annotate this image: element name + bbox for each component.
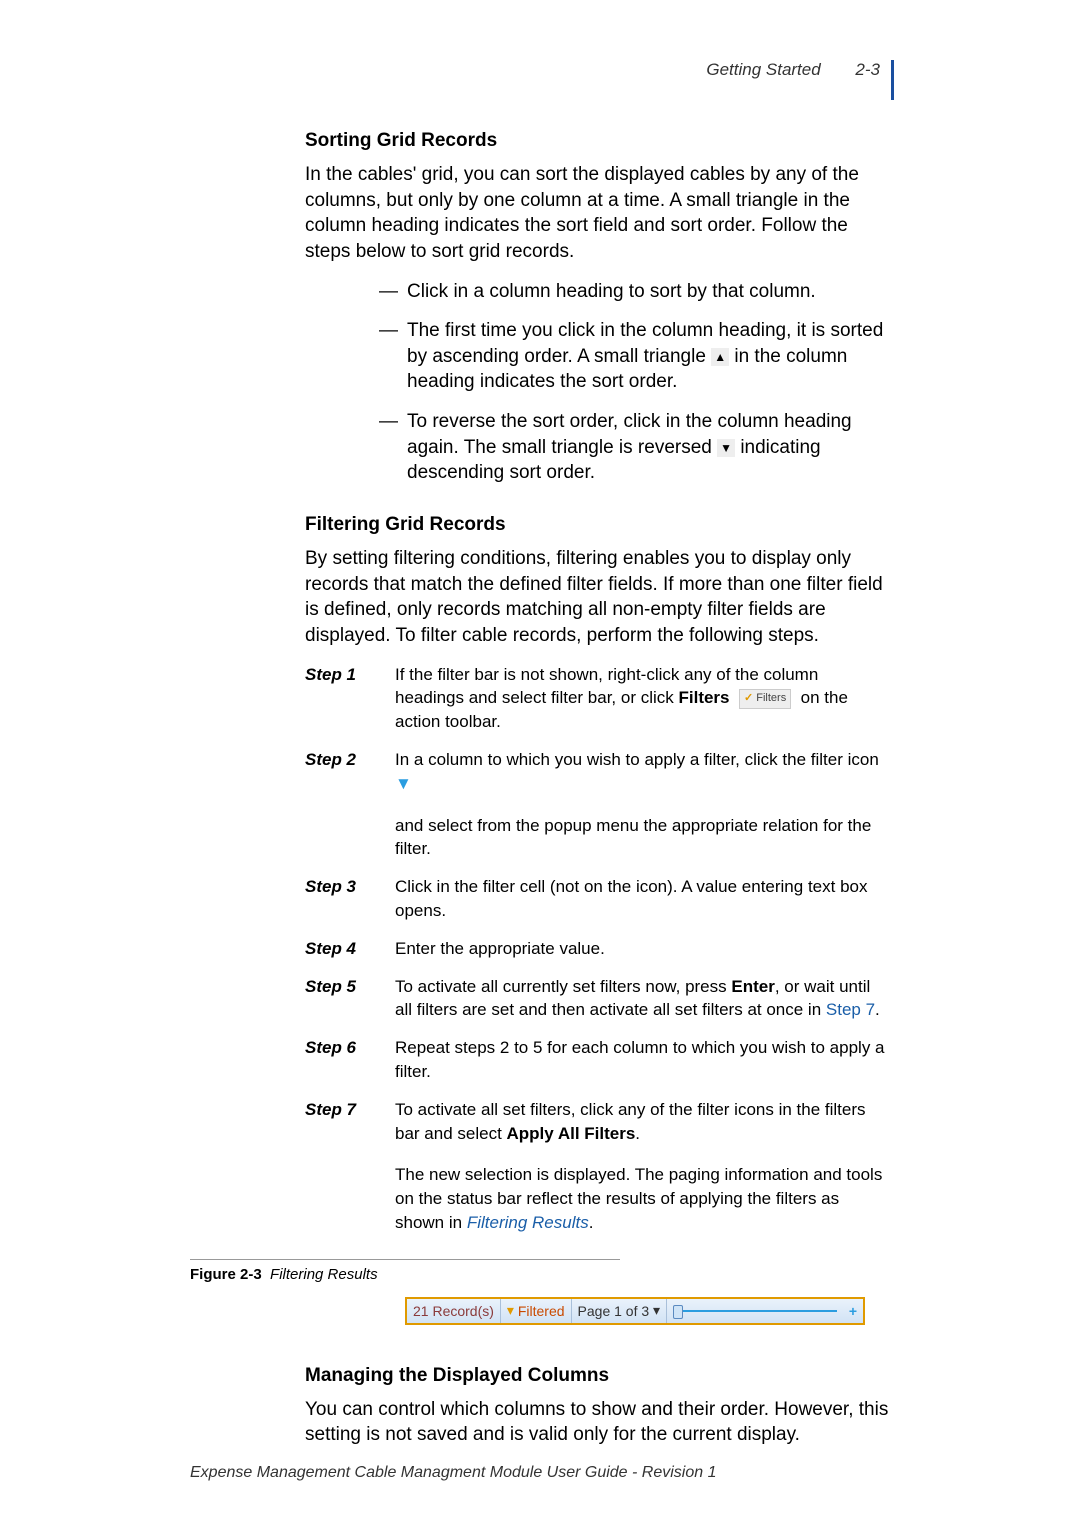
bullet-item: The first time you click in the column h…	[379, 318, 890, 395]
filtering-steps: Step 1 If the filter bar is not shown, r…	[305, 663, 890, 1235]
step-row: Step 6 Repeat steps 2 to 5 for each colu…	[305, 1036, 890, 1084]
slider-knob-icon[interactable]	[673, 1305, 683, 1319]
triangle-up-icon: ▲	[711, 348, 729, 366]
status-bar: 21 Record(s) ▾ Filtered Page 1 of 3 ▾ +	[405, 1297, 865, 1325]
step-text: In a column to which you wish to apply a…	[395, 748, 890, 861]
running-footer: Expense Management Cable Managment Modul…	[190, 1464, 717, 1482]
step-label: Step 7	[305, 1098, 395, 1235]
step-row: Step 2 In a column to which you wish to …	[305, 748, 890, 861]
header-accent-bar	[891, 60, 894, 100]
records-count: 21 Record(s)	[407, 1299, 501, 1323]
step-text: To activate all currently set filters no…	[395, 975, 890, 1023]
step-label: Step 2	[305, 748, 395, 861]
step-row: Step 7 To activate all set filters, clic…	[305, 1098, 890, 1235]
filter-funnel-icon: ▼	[395, 774, 412, 793]
add-icon[interactable]: +	[843, 1303, 863, 1319]
step-row: Step 4 Enter the appropriate value.	[305, 937, 890, 961]
funnel-icon: ▾	[507, 1302, 514, 1319]
triangle-down-icon: ▼	[717, 439, 735, 457]
step-text: Repeat steps 2 to 5 for each column to w…	[395, 1036, 890, 1084]
figure-caption: Figure 2-3 Filtering Results	[190, 1266, 890, 1283]
step-text: Enter the appropriate value.	[395, 937, 890, 961]
running-header: Getting Started 2-3	[190, 60, 890, 80]
managing-body: You can control which columns to show an…	[305, 1397, 890, 1448]
sorting-bullets: Click in a column heading to sort by tha…	[305, 279, 890, 486]
heading-managing: Managing the Displayed Columns	[305, 1365, 890, 1387]
filters-toolbar-button-icon: ✓ Filters	[739, 689, 791, 708]
filtering-intro: By setting filtering conditions, filteri…	[305, 546, 890, 649]
link-filtering-results[interactable]: Filtering Results	[467, 1213, 589, 1232]
step-label: Step 3	[305, 875, 395, 923]
page-indicator: Page 1 of 3 ▾	[572, 1299, 668, 1323]
main-content: Sorting Grid Records In the cables' grid…	[190, 130, 890, 1448]
step-text: If the filter bar is not shown, right-cl…	[395, 663, 890, 734]
step-row: Step 5 To activate all currently set fil…	[305, 975, 890, 1023]
step-row: Step 1 If the filter bar is not shown, r…	[305, 663, 890, 734]
figure-image: 21 Record(s) ▾ Filtered Page 1 of 3 ▾ +	[305, 1297, 890, 1325]
step-text: Click in the filter cell (not on the ico…	[395, 875, 890, 923]
bullet-item: Click in a column heading to sort by tha…	[379, 279, 890, 305]
figure-separator	[190, 1259, 620, 1260]
figure-block: Figure 2-3 Filtering Results	[190, 1259, 890, 1283]
step-row: Step 3 Click in the filter cell (not on …	[305, 875, 890, 923]
sorting-intro: In the cables' grid, you can sort the di…	[305, 162, 890, 265]
bullet-item: To reverse the sort order, click in the …	[379, 409, 890, 486]
filtered-indicator: ▾ Filtered	[501, 1299, 572, 1323]
document-page: Getting Started 2-3 Sorting Grid Records…	[0, 0, 1080, 1522]
page-number: 2-3	[855, 60, 880, 79]
step-label: Step 6	[305, 1036, 395, 1084]
step-text: To activate all set filters, click any o…	[395, 1098, 890, 1235]
chapter-name: Getting Started	[706, 60, 820, 79]
page-slider[interactable]	[673, 1310, 837, 1312]
step-label: Step 1	[305, 663, 395, 734]
step-label: Step 5	[305, 975, 395, 1023]
step-label: Step 4	[305, 937, 395, 961]
heading-sorting: Sorting Grid Records	[305, 130, 890, 152]
heading-filtering: Filtering Grid Records	[305, 514, 890, 536]
link-step7[interactable]: Step 7	[826, 1000, 875, 1019]
